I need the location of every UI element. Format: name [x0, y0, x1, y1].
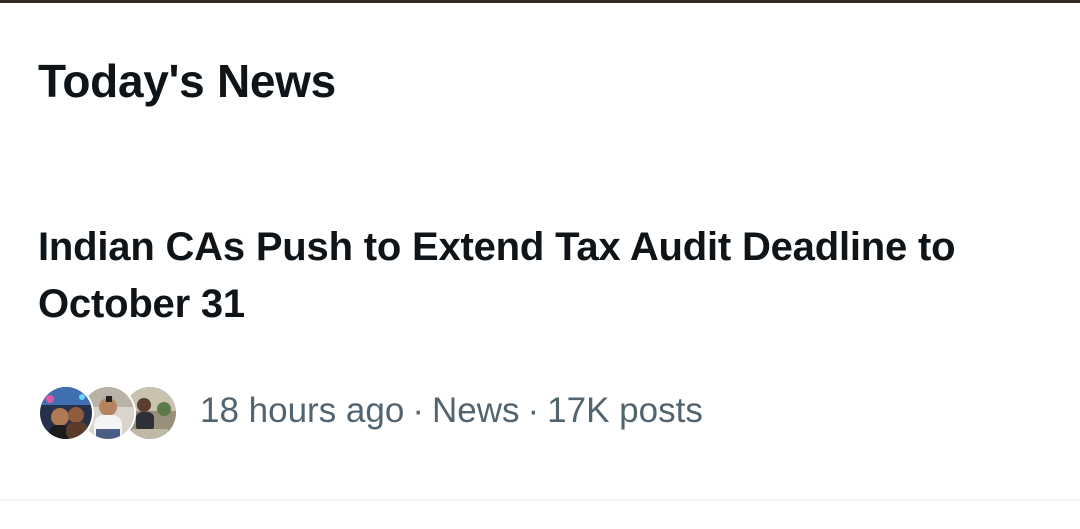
meta-separator: ·: [412, 391, 424, 430]
section-title: Today's News: [38, 55, 336, 107]
avatar-stack: [38, 383, 178, 441]
news-meta-text: 18 hours ago · News · 17K posts: [200, 391, 703, 431]
todays-news-panel: Today's News Indian CAs Push to Extend T…: [0, 0, 1080, 529]
post-count: 17K posts: [547, 391, 703, 430]
divider: [0, 499, 1080, 501]
top-image-edge: [0, 0, 1080, 3]
avatar: [38, 385, 94, 441]
news-meta-row: 18 hours ago · News · 17K posts: [38, 381, 703, 441]
news-category: News: [431, 391, 520, 430]
time-ago: 18 hours ago: [200, 391, 405, 430]
news-item[interactable]: Indian CAs Push to Extend Tax Audit Dead…: [0, 205, 1080, 499]
news-headline[interactable]: Indian CAs Push to Extend Tax Audit Dead…: [38, 219, 1048, 333]
meta-separator: ·: [527, 391, 540, 430]
